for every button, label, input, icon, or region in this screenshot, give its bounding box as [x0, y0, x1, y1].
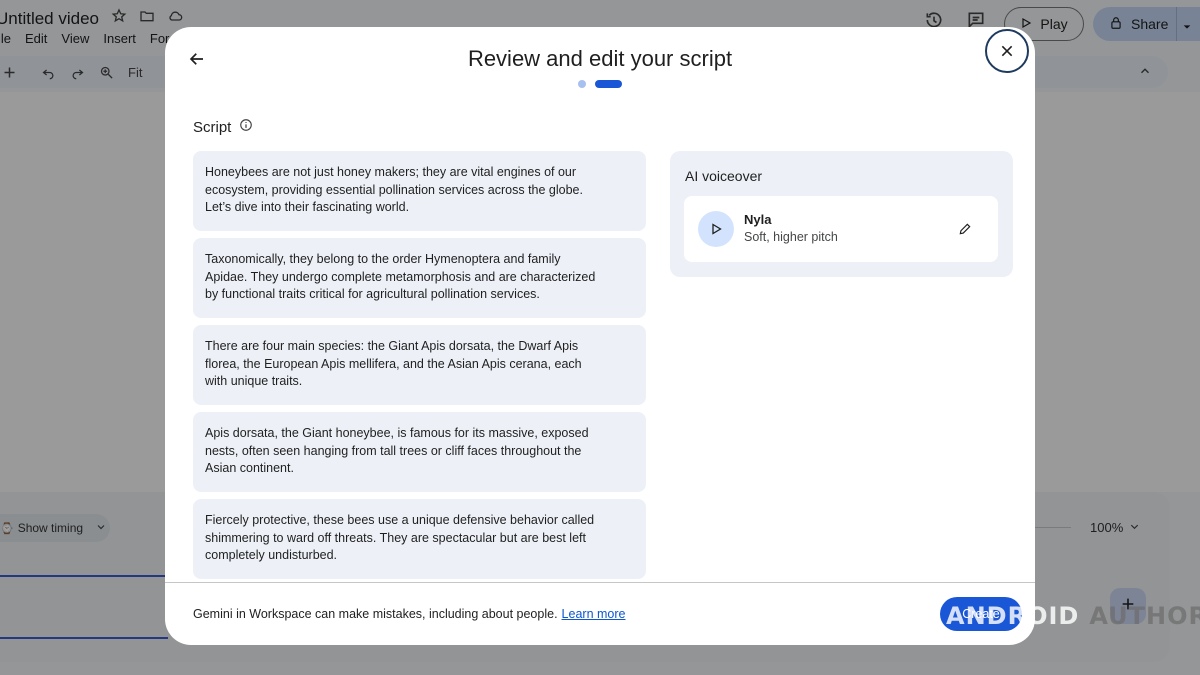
- step-dot-active: [595, 80, 622, 88]
- disclaimer-text: Gemini in Workspace can make mistakes, i…: [193, 607, 558, 621]
- script-block-3[interactable]: There are four main species: the Giant A…: [193, 325, 646, 405]
- voiceover-card: AI voiceover Nyla Soft, higher pitch: [670, 151, 1013, 277]
- footer-disclaimer: Gemini in Workspace can make mistakes, i…: [193, 607, 625, 621]
- script-block-2[interactable]: Taxonomically, they belong to the order …: [193, 238, 646, 318]
- dialog-title: Review and edit your script: [467, 46, 733, 71]
- watermark-part1: ANDROID: [946, 602, 1080, 630]
- script-text[interactable]: Fiercely protective, these bees use a un…: [205, 512, 600, 565]
- voiceover-title: AI voiceover: [685, 168, 763, 184]
- script-text[interactable]: Honeybees are not just honey makers; the…: [205, 164, 600, 217]
- script-blocks: Honeybees are not just honey makers; the…: [193, 151, 646, 586]
- watermark-part2: AUTHORITY: [1089, 602, 1200, 630]
- script-heading: Script: [193, 118, 253, 136]
- close-icon: [1001, 45, 1013, 57]
- close-button[interactable]: [985, 29, 1029, 73]
- pencil-icon: [959, 223, 971, 235]
- edit-voice-button[interactable]: [956, 220, 974, 238]
- step-dot-inactive: [578, 80, 586, 88]
- script-block-5[interactable]: Fiercely protective, these bees use a un…: [193, 499, 646, 579]
- play-icon: [712, 223, 722, 235]
- review-script-dialog: Review and edit your script Script Honey…: [165, 27, 1035, 645]
- info-icon[interactable]: [239, 118, 253, 136]
- voice-selection: Nyla Soft, higher pitch: [684, 196, 998, 262]
- script-text[interactable]: There are four main species: the Giant A…: [205, 338, 600, 391]
- script-text[interactable]: Apis dorsata, the Giant honeybee, is fam…: [205, 425, 600, 478]
- script-block-1[interactable]: Honeybees are not just honey makers; the…: [193, 151, 646, 231]
- voice-description: Soft, higher pitch: [744, 230, 838, 244]
- script-text[interactable]: Taxonomically, they belong to the order …: [205, 251, 600, 304]
- voice-preview-button[interactable]: [698, 211, 734, 247]
- step-indicator: [578, 80, 622, 88]
- voice-name: Nyla: [744, 212, 772, 227]
- script-label: Script: [193, 118, 232, 136]
- footer-divider: [165, 582, 1035, 583]
- watermark: ANDROID AUTHORITY: [946, 602, 1200, 630]
- learn-more-link[interactable]: Learn more: [562, 607, 626, 621]
- script-block-4[interactable]: Apis dorsata, the Giant honeybee, is fam…: [193, 412, 646, 492]
